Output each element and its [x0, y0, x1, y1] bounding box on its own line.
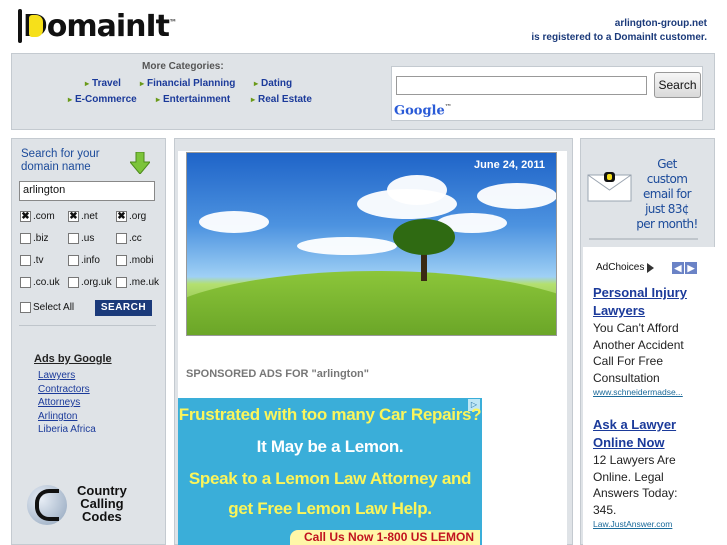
logo-text: DomainIt™ [22, 8, 177, 44]
bullet-icon: ▸ [68, 95, 73, 104]
checkbox-icon [68, 233, 79, 244]
cloud [297, 237, 397, 255]
ad-body-personal-injury: You Can't Afford Another Accident Call F… [593, 321, 684, 385]
checkbox-icon [116, 255, 127, 266]
bullet-icon: ▸ [251, 95, 256, 104]
google-search-box: Search Google™ [391, 66, 703, 121]
registration-notice: arlington-group.net is registered to a D… [531, 17, 707, 45]
category-real-estate[interactable]: ▸ Real Estate [251, 94, 312, 105]
checkbox-icon: ✖ [20, 211, 31, 222]
bullet-icon: ▸ [85, 79, 90, 88]
arrow-down-icon [130, 152, 150, 174]
ad-headline-ask-a-lawyer[interactable]: Ask a Lawyer Online Now [593, 416, 703, 452]
cloud [477, 183, 556, 209]
header: DomainIt™ arlington-group.net is registe… [0, 0, 727, 50]
ads-by-google-title[interactable]: Ads by Google [34, 353, 112, 365]
tld-checkbox-com[interactable]: ✖ .com [20, 211, 55, 222]
bullet-icon: ▸ [140, 79, 145, 88]
banner-line-3: Speak to a Lemon Law Attorney and [188, 469, 472, 488]
ad-link-contractors[interactable]: Contractors [38, 384, 90, 395]
ad-url-ask-a-lawyer[interactable]: Law.JustAnswer.com [593, 519, 672, 529]
prev-ad-button[interactable]: ◀ [672, 262, 684, 274]
tld-checkbox-org-uk[interactable]: .org.uk [68, 277, 112, 288]
tld-checkbox-org[interactable]: ✖ .org [116, 211, 146, 222]
category-travel[interactable]: ▸ Travel [85, 78, 121, 89]
banner-line-4: get Free Lemon Law Help. [228, 499, 432, 518]
category-financial-planning[interactable]: ▸ Financial Planning [140, 78, 235, 89]
checkbox-icon [20, 255, 31, 266]
categories-title: More Categories: [142, 61, 224, 72]
hero-image: June 24, 2011 [186, 152, 557, 336]
hero-date: June 24, 2011 [474, 159, 545, 171]
cloud [199, 211, 269, 233]
banner-line-1: Frustrated with too many Car Repairs? [178, 405, 482, 424]
phone-icon [35, 489, 59, 521]
ad-body-ask-a-lawyer: 12 Lawyers Are Online. Legal Answers Tod… [593, 453, 678, 517]
tld-checkbox-info[interactable]: .info [68, 255, 100, 266]
checkbox-icon [68, 255, 79, 266]
tree-icon [393, 219, 455, 255]
tld-checkbox-mobi[interactable]: .mobi [116, 255, 153, 266]
tld-checkbox-net[interactable]: ✖ .net [68, 211, 98, 222]
tld-checkbox-cc[interactable]: .cc [116, 233, 142, 244]
cloud [387, 175, 447, 205]
country-calling-codes-banner[interactable]: Country Calling Codes [27, 483, 159, 527]
next-ad-button[interactable]: ▶ [685, 262, 697, 274]
right-divider [589, 238, 698, 240]
category-dating[interactable]: ▸ Dating [254, 78, 292, 89]
domainit-logo[interactable]: DomainIt™ [18, 8, 177, 44]
ad-link-liberia-africa[interactable]: Liberia Africa [38, 424, 96, 435]
sidebar-divider [19, 325, 156, 326]
category-ecommerce[interactable]: ▸ E-Commerce [68, 94, 137, 105]
domain-search-input[interactable]: arlington [19, 181, 155, 201]
ad-link-arlington[interactable]: Arlington [38, 411, 77, 422]
search-input[interactable] [396, 76, 647, 95]
google-logo: Google™ [394, 102, 452, 119]
checkbox-icon [20, 233, 31, 244]
checkbox-icon [116, 277, 127, 288]
checkbox-icon [20, 302, 31, 313]
registered-text: is registered to a DomainIt customer. [531, 32, 707, 43]
domain-search-button[interactable]: SEARCH [95, 300, 152, 316]
registered-domain: arlington-group.net [614, 18, 707, 29]
checkbox-icon [116, 233, 127, 244]
tld-checkbox-tv[interactable]: .tv [20, 255, 44, 266]
ad-headline-personal-injury[interactable]: Personal Injury Lawyers [593, 284, 703, 320]
country-calling-codes-label: Country Calling Codes [77, 483, 127, 524]
ad-link-attorneys[interactable]: Attorneys [38, 397, 80, 408]
checkbox-icon [20, 277, 31, 288]
call-us-now: Call Us Now 1-800 US LEMON [290, 530, 480, 545]
tld-checkbox-me-uk[interactable]: .me.uk [116, 277, 159, 288]
sidebar-title: Search for your domain name [21, 148, 100, 173]
bullet-icon: ▸ [254, 79, 259, 88]
tld-checkbox-us[interactable]: .us [68, 233, 94, 244]
checkbox-icon: ✖ [116, 211, 127, 222]
checkbox-icon: ✖ [68, 211, 79, 222]
banner-line-2: It May be a Lemon. [256, 437, 404, 456]
tld-checkbox-biz[interactable]: .biz [20, 233, 49, 244]
lemon-law-banner-ad[interactable]: ▷ Frustrated with too many Car Repairs? … [178, 398, 482, 545]
ad-url-personal-injury[interactable]: www.schneidermadse... [593, 387, 683, 397]
bullet-icon: ▸ [156, 95, 161, 104]
adchoices-triangle-icon [647, 262, 655, 273]
adchoices-label[interactable]: AdChoices [596, 262, 655, 273]
grass-hill [187, 271, 556, 335]
ad-link-lawyers[interactable]: Lawyers [38, 370, 75, 381]
sponsored-ads-label: SPONSORED ADS FOR "arlington" [186, 368, 369, 380]
tld-checkbox-co-uk[interactable]: .co.uk [20, 277, 60, 288]
select-all-checkbox[interactable]: Select All [20, 302, 74, 313]
checkbox-icon [68, 277, 79, 288]
logo-mark-icon [18, 9, 42, 43]
category-entertainment[interactable]: ▸ Entertainment [156, 94, 230, 105]
search-button[interactable]: Search [654, 72, 701, 98]
email-envelope-icon [587, 172, 632, 202]
email-promo[interactable]: Get custom email for just 83¢ per month! [636, 157, 698, 232]
